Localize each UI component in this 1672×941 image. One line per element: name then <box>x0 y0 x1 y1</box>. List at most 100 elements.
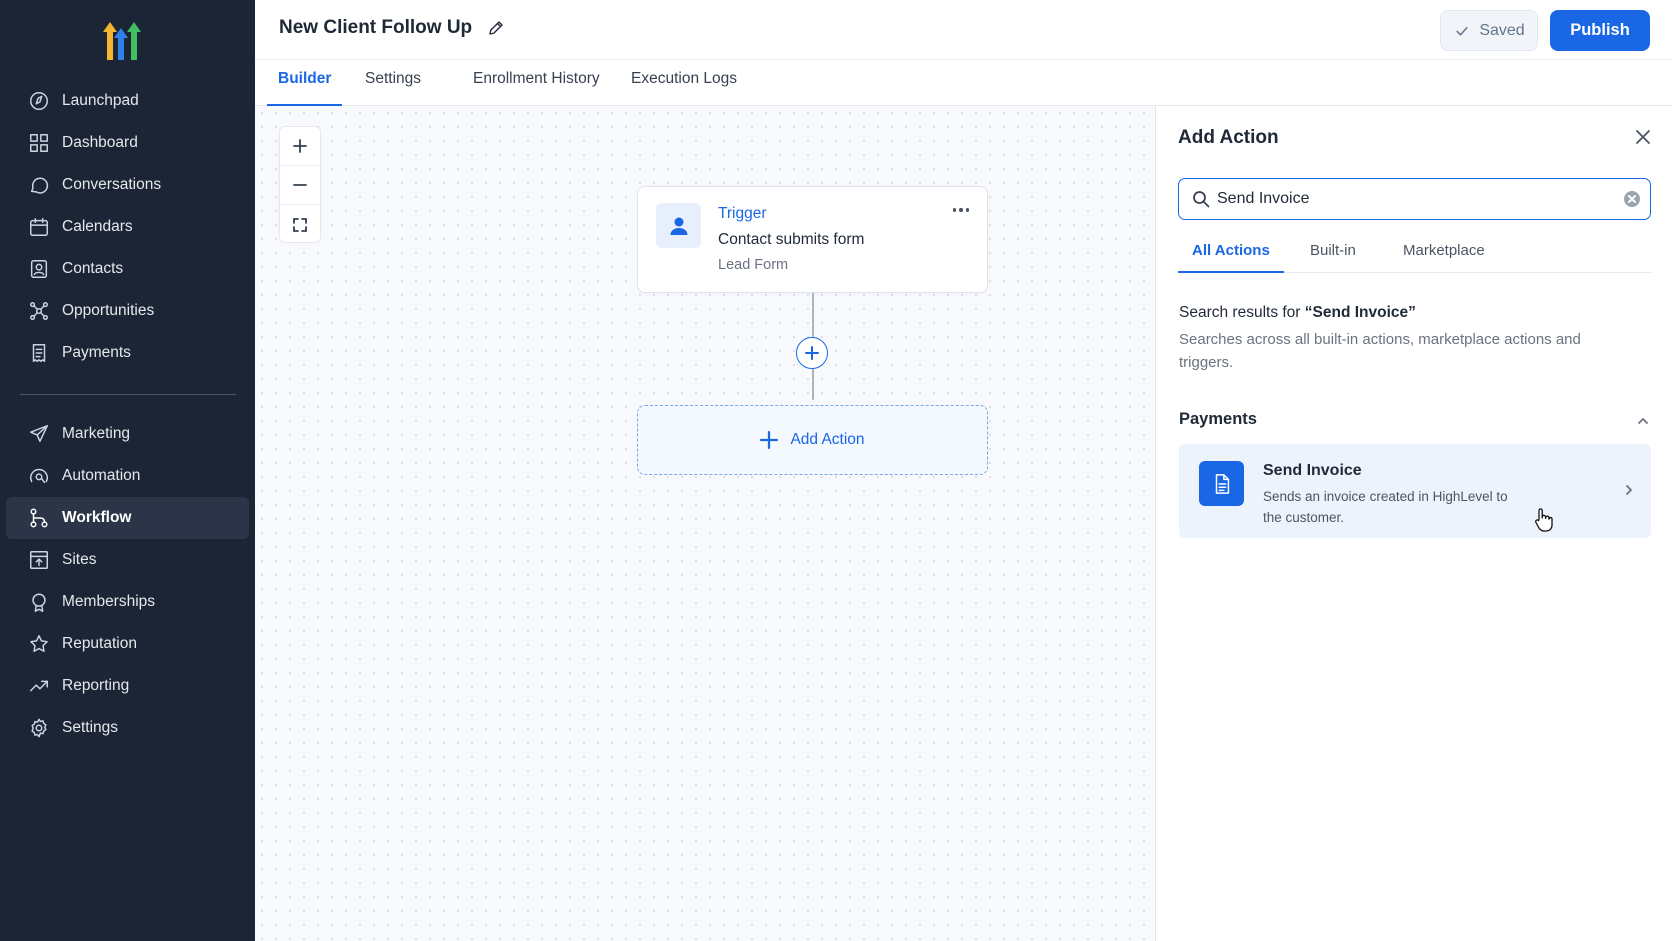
tab-enrollment-history[interactable]: Enrollment History <box>462 60 611 106</box>
sidebar-item-sites[interactable]: Sites <box>6 539 249 581</box>
sidebar-item-marketing[interactable]: Marketing <box>6 413 249 455</box>
sidebar-item-label: Reporting <box>62 677 130 694</box>
clear-search-icon[interactable] <box>1624 191 1640 207</box>
add-action-panel: Add Action All Actions Built-in Marketpl… <box>1155 106 1672 941</box>
sidebar-item-label: Dashboard <box>62 134 138 151</box>
search-results-heading: Search results for “Send Invoice” <box>1179 304 1416 322</box>
chevron-right-icon <box>1622 483 1636 497</box>
sidebar-item-calendars[interactable]: Calendars <box>6 206 249 248</box>
top-header: New Client Follow Up Saved Publish <box>255 0 1672 60</box>
sidebar-item-label: Memberships <box>62 593 156 610</box>
sidebar-item-label: Opportunities <box>62 302 155 319</box>
app-logo[interactable] <box>100 20 148 64</box>
saved-button[interactable]: Saved <box>1440 10 1538 51</box>
sidebar: Launchpad Dashboard Conversations Calend… <box>0 0 255 941</box>
results-query: “Send Invoice” <box>1304 304 1416 321</box>
result-name: Send Invoice <box>1263 462 1362 479</box>
zoom-in-button[interactable] <box>280 127 320 166</box>
sidebar-item-payments[interactable]: Payments <box>6 332 249 374</box>
send-icon <box>27 422 51 446</box>
search-field[interactable] <box>1178 178 1651 220</box>
tab-execution-logs[interactable]: Execution Logs <box>620 60 748 106</box>
sidebar-item-label: Launchpad <box>62 92 139 109</box>
trigger-detail: Lead Form <box>718 257 789 273</box>
sidebar-divider <box>20 394 236 395</box>
sidebar-item-label: Sites <box>62 551 97 568</box>
sidebar-item-dashboard[interactable]: Dashboard <box>6 122 249 164</box>
sidebar-item-settings[interactable]: Settings <box>6 707 249 749</box>
plus-icon <box>805 346 819 360</box>
add-action-placeholder[interactable]: Add Action <box>637 405 988 475</box>
plus-icon <box>293 139 307 153</box>
sidebar-item-label: Calendars <box>62 218 133 235</box>
sidebar-item-label: Reputation <box>62 635 137 652</box>
memberships-icon <box>27 590 51 614</box>
trigger-card[interactable]: Trigger Contact submits form Lead Form <box>637 186 988 293</box>
chat-icon <box>27 173 51 197</box>
sidebar-item-conversations[interactable]: Conversations <box>6 164 249 206</box>
sidebar-item-reporting[interactable]: Reporting <box>6 665 249 707</box>
sidebar-item-launchpad[interactable]: Launchpad <box>6 80 249 122</box>
fit-view-button[interactable] <box>280 205 320 244</box>
tab-built-in[interactable]: Built-in <box>1296 228 1370 273</box>
insert-step-button[interactable] <box>796 337 828 369</box>
chevron-up-icon[interactable] <box>1636 414 1650 428</box>
action-filter-tabs: All Actions Built-in Marketplace <box>1178 228 1651 273</box>
sidebar-item-automation[interactable]: Automation <box>6 455 249 497</box>
person-icon <box>656 203 701 248</box>
results-prefix: Search results for <box>1179 304 1305 321</box>
saved-label: Saved <box>1479 21 1525 39</box>
sidebar-item-label: Settings <box>62 719 119 736</box>
invoice-icon <box>1199 461 1244 506</box>
zoom-out-button[interactable] <box>280 166 320 205</box>
tab-marketplace[interactable]: Marketplace <box>1389 228 1499 273</box>
sidebar-item-workflow[interactable]: Workflow <box>6 497 249 539</box>
sidebar-item-memberships[interactable]: Memberships <box>6 581 249 623</box>
publish-button[interactable]: Publish <box>1550 10 1650 51</box>
tab-settings[interactable]: Settings <box>354 60 432 106</box>
workflow-icon <box>27 506 51 530</box>
search-input[interactable] <box>1217 179 1617 218</box>
search-results-description: Searches across all built-in actions, ma… <box>1179 331 1581 371</box>
sidebar-item-label: Contacts <box>62 260 124 277</box>
section-title-payments: Payments <box>1179 410 1257 428</box>
hand-cursor-icon <box>1532 507 1554 533</box>
sidebar-item-label: Payments <box>62 344 131 361</box>
sidebar-item-label: Marketing <box>62 425 131 442</box>
star-icon <box>27 632 51 656</box>
sidebar-item-label: Conversations <box>62 176 162 193</box>
edit-title-icon[interactable] <box>487 19 507 39</box>
action-result-send-invoice[interactable]: Send Invoice Sends an invoice created in… <box>1179 444 1651 538</box>
workflow-tabs: Builder Settings Enrollment History Exec… <box>255 60 1672 106</box>
calendar-icon <box>27 215 51 239</box>
search-icon <box>1192 190 1210 208</box>
sidebar-item-label: Workflow <box>62 509 132 526</box>
sidebar-item-contacts[interactable]: Contacts <box>6 248 249 290</box>
launchpad-icon <box>27 89 51 113</box>
payments-icon <box>27 341 51 365</box>
gear-icon <box>27 716 51 740</box>
close-icon[interactable] <box>1634 128 1654 148</box>
fullscreen-icon <box>293 217 307 232</box>
sidebar-nav-primary: Launchpad Dashboard Conversations Calend… <box>6 80 249 374</box>
zoom-controls <box>279 126 321 243</box>
result-description: Sends an invoice created in HighLevel to… <box>1263 489 1508 525</box>
automation-icon <box>27 464 51 488</box>
sidebar-nav-secondary: Marketing Automation Workflow Sites Memb… <box>6 413 249 749</box>
trigger-event: Contact submits form <box>718 231 865 248</box>
trend-icon <box>27 674 51 698</box>
contacts-icon <box>27 257 51 281</box>
panel-title: Add Action <box>1178 127 1279 148</box>
add-action-label: Add Action <box>790 431 865 448</box>
builder-canvas[interactable]: Trigger Contact submits form Lead Form A… <box>255 106 1155 941</box>
minus-icon <box>293 184 307 186</box>
sidebar-item-label: Automation <box>62 467 141 484</box>
sidebar-item-reputation[interactable]: Reputation <box>6 623 249 665</box>
more-options-icon[interactable] <box>950 203 972 217</box>
tab-all-actions[interactable]: All Actions <box>1178 228 1284 273</box>
trigger-label: Trigger <box>718 205 767 222</box>
tab-builder[interactable]: Builder <box>267 60 343 106</box>
workflow-title: New Client Follow Up <box>279 17 473 38</box>
opportunities-icon <box>27 299 51 323</box>
sidebar-item-opportunities[interactable]: Opportunities <box>6 290 249 332</box>
